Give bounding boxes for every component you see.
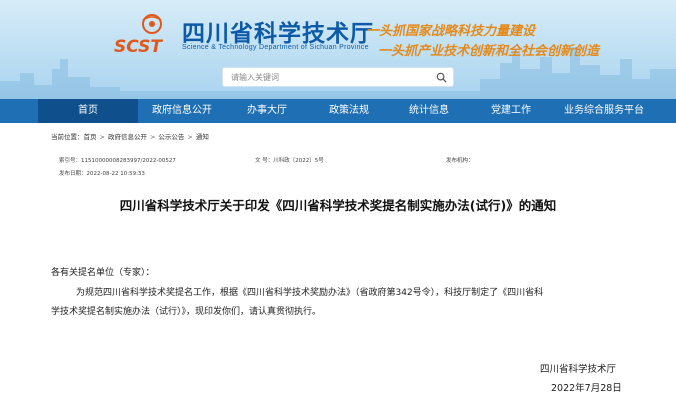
slogan-line-1: 一头抓国家战略科技力量建设	[366, 24, 536, 39]
nav-party-work[interactable]: 党建工作	[468, 99, 554, 123]
site-title: 四川省科学技术厅	[182, 20, 374, 47]
document-paragraph-line-1: 为规范四川省科学技术奖提名工作，根据《四川省科学技术奖励办法》（省政府第342号…	[76, 288, 544, 298]
search-box	[222, 67, 454, 87]
breadcrumb-separator: >	[187, 133, 193, 141]
breadcrumb-gov-info[interactable]: 政府信息公开	[108, 133, 147, 141]
breadcrumb-notices[interactable]: 公示公告	[158, 133, 184, 141]
meta-doc-no-value: 川科政〔2022〕5号	[273, 158, 324, 164]
breadcrumb-prefix: 当前位置：	[51, 133, 84, 141]
meta-date-label: 发布日期：	[59, 171, 87, 177]
meta-index-value: 11510000008283997/2022-00527	[81, 158, 176, 164]
breadcrumb-separator: >	[149, 133, 156, 141]
meta-publisher-label: 发布机构：	[446, 158, 474, 164]
main-nav: 首页 政府信息公开 办事大厅 政策法规 统计信息 党建工作 业务综合服务平台	[0, 99, 676, 123]
breadcrumb: 当前位置：首页 > 政府信息公开 > 公示公告 > 通知	[51, 131, 209, 141]
nav-policies[interactable]: 政策法规	[308, 99, 390, 123]
nav-service-hall[interactable]: 办事大厅	[226, 99, 308, 123]
document-signature: 四川省科学技术厅	[540, 364, 617, 375]
site-subtitle: Science & Technology Department of Sichu…	[182, 44, 369, 51]
nav-gov-info[interactable]: 政府信息公开	[138, 99, 226, 123]
meta-doc-no: 文 号：川科政〔2022〕5号	[255, 156, 324, 164]
document-title: 四川省科学技术厅关于印发《四川省科学技术奖提名制实施办法(试行)》的通知	[119, 198, 557, 213]
meta-index: 索引号：11510000008283997/2022-00527	[59, 156, 176, 164]
nav-service-platform[interactable]: 业务综合服务平台	[554, 99, 654, 123]
svg-text:SCST: SCST	[114, 37, 163, 56]
breadcrumb-separator: >	[99, 133, 105, 141]
document-sign-date: 2022年7月28日	[551, 383, 622, 394]
meta-date-value: 2022-08-22 10:59:33	[86, 171, 145, 177]
breadcrumb-notification[interactable]: 通知	[196, 133, 209, 141]
document-paragraph-line-2: 学技术奖提名制实施办法（试行）》，现印发你们，请认真贯彻执行。	[51, 307, 322, 317]
breadcrumb-home[interactable]: 首页	[84, 133, 97, 141]
meta-index-label: 索引号：	[59, 158, 82, 164]
search-input[interactable]	[231, 68, 431, 86]
meta-publisher: 发布机构：	[446, 156, 474, 164]
slogan-line-2: 一头抓产业技术创新和全社会创新创造	[378, 44, 600, 59]
nav-statistics[interactable]: 统计信息	[390, 99, 468, 123]
meta-date: 发布日期：2022-08-22 10:59:33	[59, 169, 145, 177]
document-salutation: 各有关提名单位（专家）：	[51, 268, 155, 278]
scst-logo-icon: SCST	[114, 14, 163, 56]
site-header: SCST 四川省科学技术厅 Science & Technology Depar…	[0, 0, 676, 99]
search-icon[interactable]	[436, 72, 447, 83]
meta-doc-no-label: 文 号：	[255, 158, 274, 164]
nav-home[interactable]: 首页	[38, 99, 138, 123]
